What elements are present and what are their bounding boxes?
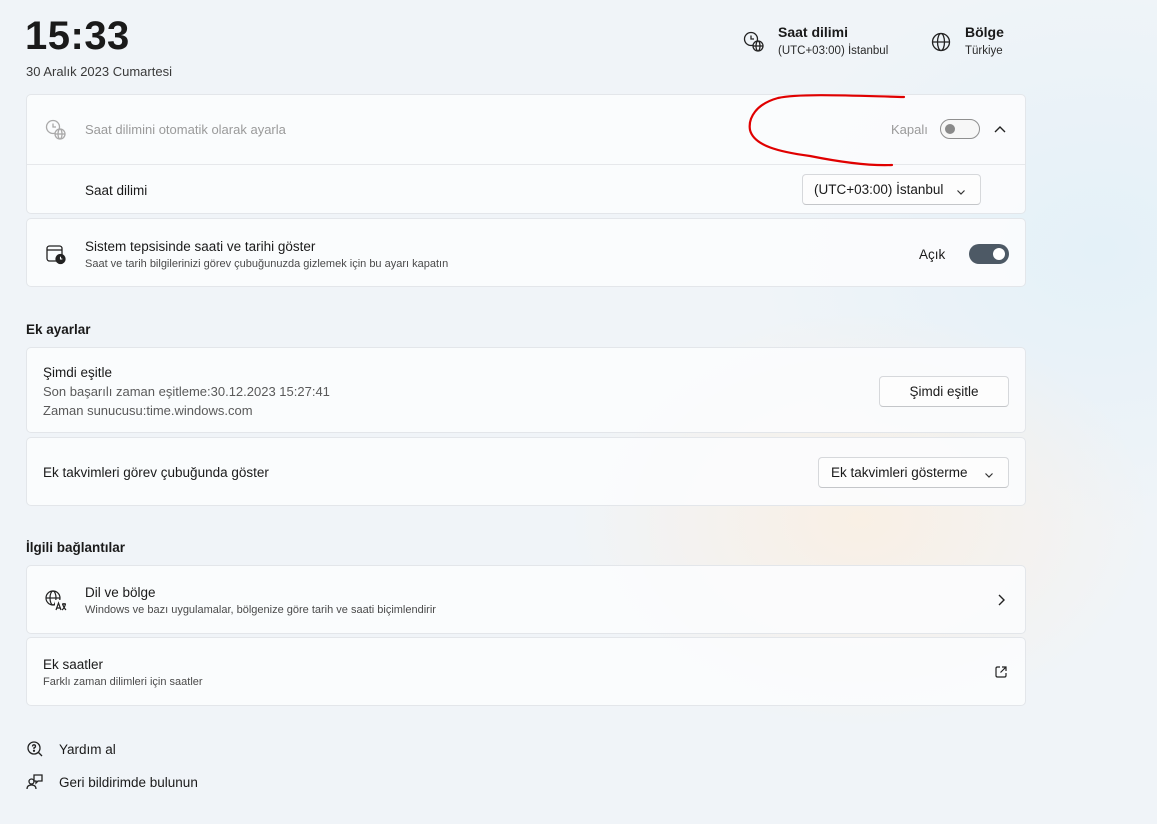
- extra-section-title: Ek ayarlar: [26, 322, 91, 337]
- timezone-dropdown-value: (UTC+03:00) İstanbul: [814, 182, 944, 197]
- timezone-dropdown[interactable]: (UTC+03:00) İstanbul: [802, 174, 981, 205]
- timezone-clock-globe-icon: [742, 30, 766, 54]
- header-timezone-title: Saat dilimi: [778, 24, 849, 40]
- sync-title: Şimdi eşitle: [43, 365, 113, 380]
- chevron-right-icon: [995, 593, 1007, 612]
- tray-state: Açık: [919, 247, 946, 262]
- calendars-dropdown-value: Ek takvimleri gösterme: [831, 465, 968, 480]
- extra-clocks-subtitle: Farklı zaman dilimleri için saatler: [43, 676, 203, 688]
- help-label: Yardım al: [59, 741, 116, 757]
- feedback-icon: [26, 773, 44, 791]
- related-section-title: İlgili bağlantılar: [26, 540, 126, 555]
- language-region-link[interactable]: Dil ve bölge Windows ve bazı uygulamalar…: [26, 565, 1026, 634]
- calendars-dropdown[interactable]: Ek takvimleri gösterme: [818, 457, 1009, 488]
- calendars-card: Ek takvimleri görev çubuğunda göster Ek …: [26, 437, 1026, 506]
- chevron-up-icon[interactable]: [993, 122, 1007, 141]
- calendar-clock-icon: [44, 242, 68, 271]
- tray-toggle[interactable]: [969, 244, 1009, 264]
- language-region-subtitle: Windows ve bazı uygulamalar, bölgenize g…: [85, 604, 436, 616]
- timezone-select-label: Saat dilimi: [85, 183, 148, 198]
- sync-server: Zaman sunucusu:time.windows.com: [43, 403, 253, 418]
- help-link[interactable]: Yardım al: [26, 740, 116, 758]
- header-timezone: Saat dilimi (UTC+03:00) İstanbul: [742, 24, 888, 57]
- clock-date: 30 Aralık 2023 Cumartesi: [26, 64, 172, 79]
- sync-last: Son başarılı zaman eşitleme:30.12.2023 1…: [43, 384, 330, 399]
- tray-card: Sistem tepsisinde saati ve tarihi göster…: [26, 218, 1026, 287]
- header-region-value: Türkiye: [965, 45, 1003, 57]
- extra-clocks-link[interactable]: Ek saatler Farklı zaman dilimleri için s…: [26, 637, 1026, 706]
- header-region-title: Bölge: [965, 24, 1004, 40]
- auto-timezone-label: Saat dilimini otomatik olarak ayarla: [85, 122, 286, 137]
- feedback-link[interactable]: Geri bildirimde bulunun: [26, 773, 198, 791]
- feedback-label: Geri bildirimde bulunun: [59, 774, 198, 790]
- auto-timezone-toggle[interactable]: [940, 119, 980, 139]
- calendars-label: Ek takvimleri görev çubuğunda göster: [43, 465, 269, 480]
- timezone-clock-globe-icon: [44, 118, 68, 147]
- open-external-icon: [994, 665, 1008, 684]
- sync-now-button[interactable]: Şimdi eşitle: [879, 376, 1009, 407]
- extra-clocks-title: Ek saatler: [43, 657, 104, 672]
- clock-time: 15:33: [25, 14, 130, 58]
- globe-icon: [929, 30, 953, 54]
- tray-subtitle: Saat ve tarih bilgilerinizi görev çubuğu…: [85, 258, 449, 270]
- header-region: Bölge Türkiye: [929, 24, 1004, 57]
- chevron-down-icon: [956, 185, 966, 200]
- sync-card: Şimdi eşitle Son başarılı zaman eşitleme…: [26, 347, 1026, 433]
- tray-title: Sistem tepsisinde saati ve tarihi göster: [85, 239, 316, 254]
- chevron-down-icon: [984, 468, 994, 483]
- help-icon: [26, 740, 44, 758]
- red-annotation-mark: [748, 94, 906, 167]
- header-timezone-value: (UTC+03:00) İstanbul: [778, 45, 889, 57]
- language-region-icon: [44, 589, 68, 618]
- language-region-title: Dil ve bölge: [85, 585, 156, 600]
